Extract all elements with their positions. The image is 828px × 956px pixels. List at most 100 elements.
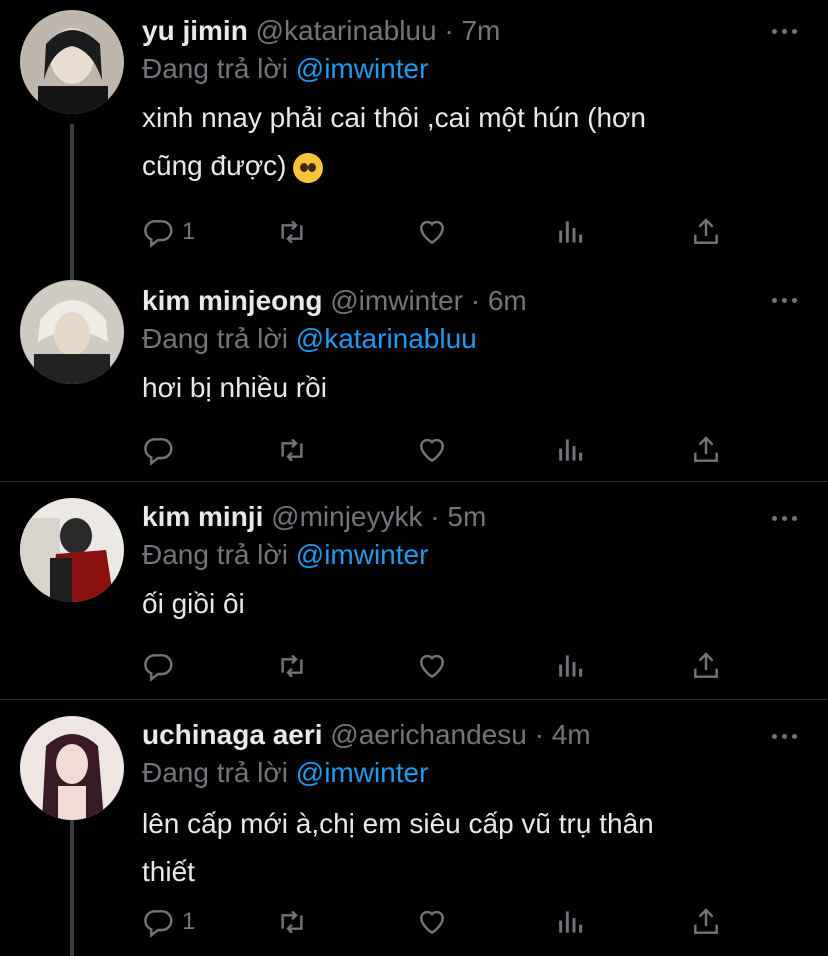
- display-name[interactable]: yu jimin: [142, 15, 248, 46]
- reply-button[interactable]: [142, 646, 182, 686]
- separator-dot: ·: [534, 719, 544, 750]
- tweet-text: ối giồi ôi: [142, 580, 782, 628]
- retweet-icon: [281, 910, 303, 934]
- reply-icon: [144, 654, 173, 682]
- tweet-text-line: lên cấp mới à,chị em siêu cấp vũ trụ thâ…: [142, 808, 654, 839]
- more-icon[interactable]: [772, 730, 802, 742]
- tweet-text-line: cũng được): [142, 142, 782, 190]
- tweet[interactable]: kim minji @minjeyykk · 5m Đang trả lời @…: [0, 482, 828, 696]
- tweet-header: yu jimin @katarinabluu · 7m: [142, 14, 500, 48]
- reply-button[interactable]: [142, 430, 182, 470]
- tweet-text-line: xinh nnay phải cai thôi ,cai một hún (hơ…: [142, 102, 646, 133]
- like-button[interactable]: [416, 646, 448, 686]
- reply-icon: [144, 438, 173, 466]
- replying-prefix: Đang trả lời: [142, 539, 288, 570]
- tweet[interactable]: kim minjeong @imwinter · 6m Đang trả lời…: [0, 268, 828, 478]
- display-name[interactable]: uchinaga aeri: [142, 719, 323, 750]
- mention-link[interactable]: @imwinter: [296, 757, 429, 788]
- share-button[interactable]: [690, 430, 722, 470]
- more-icon[interactable]: [772, 25, 802, 37]
- user-handle[interactable]: @minjeyykk: [271, 501, 422, 532]
- display-name[interactable]: kim minjeong: [142, 285, 322, 316]
- mention-link[interactable]: @imwinter: [296, 53, 429, 84]
- reply-button[interactable]: 1: [142, 212, 195, 252]
- tweet-text: xinh nnay phải cai thôi ,cai một hún (hơ…: [142, 94, 782, 190]
- views-icon: [559, 221, 583, 243]
- timestamp[interactable]: 5m: [447, 501, 486, 532]
- views-button[interactable]: [554, 646, 586, 686]
- like-icon: [420, 438, 444, 463]
- avatar[interactable]: [20, 280, 124, 384]
- retweet-button[interactable]: [276, 646, 308, 686]
- replying-prefix: Đang trả lời: [142, 323, 288, 354]
- tweet[interactable]: uchinaga aeri @aerichandesu · 4m Đang tr…: [0, 700, 828, 956]
- reply-button[interactable]: 1: [142, 902, 195, 942]
- reply-icon: [144, 220, 173, 248]
- like-button[interactable]: [416, 430, 448, 470]
- retweet-icon: [281, 654, 303, 678]
- like-button[interactable]: [416, 212, 448, 252]
- tweet-actions: 1: [142, 212, 742, 252]
- mention-link[interactable]: @imwinter: [296, 539, 429, 570]
- tweet-text-line-2: cũng được): [142, 150, 287, 181]
- reply-count: 1: [182, 218, 196, 245]
- views-icon: [559, 911, 583, 933]
- retweet-icon: [281, 438, 303, 462]
- views-button[interactable]: [554, 430, 586, 470]
- reply-count: 1: [182, 908, 196, 935]
- views-button[interactable]: [554, 902, 586, 942]
- avatar[interactable]: [20, 10, 124, 114]
- retweet-icon: [281, 220, 303, 244]
- timestamp[interactable]: 4m: [552, 719, 591, 750]
- like-icon: [420, 220, 444, 245]
- avatar[interactable]: [20, 716, 124, 820]
- views-icon: [559, 439, 583, 461]
- separator-dot: ·: [444, 15, 454, 46]
- tweet-actions: [142, 646, 742, 686]
- tweet-header: uchinaga aeri @aerichandesu · 4m: [142, 718, 591, 752]
- replying-to: Đang trả lời @katarinabluu: [142, 322, 477, 356]
- separator-dot: ·: [470, 285, 481, 316]
- reply-icon: [144, 910, 173, 938]
- display-name[interactable]: kim minji: [142, 501, 263, 532]
- like-icon: [420, 910, 444, 935]
- share-button[interactable]: [690, 212, 722, 252]
- like-icon: [420, 654, 444, 679]
- more-icon[interactable]: [772, 512, 802, 524]
- views-icon: [559, 655, 583, 677]
- tweet-text-line: ối giồi ôi: [142, 588, 245, 619]
- retweet-button[interactable]: [276, 212, 308, 252]
- tweet-actions: [142, 430, 742, 470]
- share-icon: [694, 436, 718, 462]
- tweet-text: lên cấp mới à,chị em siêu cấp vũ trụ thâ…: [142, 800, 782, 896]
- replying-to: Đang trả lời @imwinter: [142, 52, 428, 86]
- more-icon[interactable]: [772, 294, 802, 306]
- tweet-text-line: hơi bị nhiều rồi: [142, 372, 327, 403]
- like-button[interactable]: [416, 902, 448, 942]
- tweet-actions: 1: [142, 902, 742, 942]
- separator-dot: ·: [430, 501, 440, 532]
- timestamp[interactable]: 7m: [461, 15, 500, 46]
- tweet-text-line: thiết: [142, 856, 195, 887]
- retweet-button[interactable]: [276, 902, 308, 942]
- user-handle[interactable]: @imwinter: [330, 285, 463, 316]
- retweet-button[interactable]: [276, 430, 308, 470]
- tweet[interactable]: yu jimin @katarinabluu · 7m Đang trả lời…: [0, 0, 828, 260]
- replying-prefix: Đang trả lời: [142, 757, 288, 788]
- share-icon: [694, 218, 718, 244]
- replying-to: Đang trả lời @imwinter: [142, 756, 428, 790]
- share-button[interactable]: [690, 902, 722, 942]
- share-button[interactable]: [690, 646, 722, 686]
- mention-link[interactable]: @katarinabluu: [296, 323, 477, 354]
- replying-to: Đang trả lời @imwinter: [142, 538, 428, 572]
- tweet-header: kim minjeong @imwinter · 6m: [142, 284, 527, 318]
- share-icon: [694, 908, 718, 934]
- pleading-face-emoji: [292, 152, 323, 183]
- tweet-text: hơi bị nhiều rồi: [142, 364, 782, 412]
- timestamp[interactable]: 6m: [488, 285, 527, 316]
- user-handle[interactable]: @aerichandesu: [330, 719, 527, 750]
- views-button[interactable]: [554, 212, 586, 252]
- tweet-header: kim minji @minjeyykk · 5m: [142, 500, 486, 534]
- user-handle[interactable]: @katarinabluu: [256, 15, 437, 46]
- avatar[interactable]: [20, 498, 124, 602]
